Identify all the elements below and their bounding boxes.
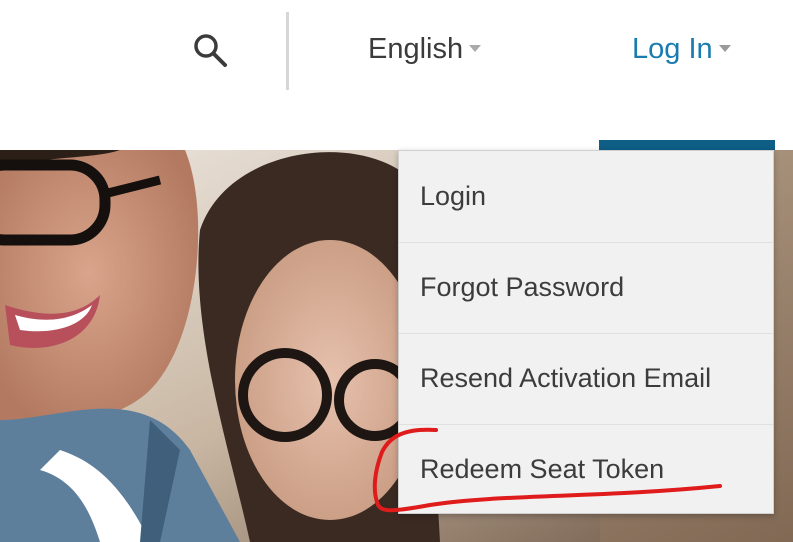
- menu-item-label: Resend Activation Email: [420, 363, 712, 393]
- login-dropdown-menu: Login Forgot Password Resend Activation …: [398, 150, 774, 514]
- header-divider: [286, 12, 289, 90]
- top-header: English Log In: [0, 0, 793, 150]
- menu-item-resend-activation-email[interactable]: Resend Activation Email: [399, 333, 773, 423]
- menu-item-label: Login: [420, 180, 487, 211]
- menu-item-label: Forgot Password: [420, 272, 625, 302]
- active-tab-indicator: [599, 140, 775, 150]
- menu-item-forgot-password[interactable]: Forgot Password: [399, 242, 773, 332]
- language-label: English: [368, 33, 464, 65]
- login-label: Log In: [632, 33, 713, 65]
- login-dropdown-toggle[interactable]: Log In: [632, 33, 731, 66]
- menu-item-redeem-seat-token[interactable]: Redeem Seat Token: [399, 424, 773, 514]
- chevron-down-icon: [718, 44, 731, 52]
- language-selector[interactable]: English: [368, 33, 482, 66]
- chevron-down-icon: [469, 44, 482, 52]
- menu-item-login[interactable]: Login: [399, 151, 773, 241]
- menu-item-label: Redeem Seat Token: [420, 454, 665, 484]
- search-icon[interactable]: [190, 30, 230, 70]
